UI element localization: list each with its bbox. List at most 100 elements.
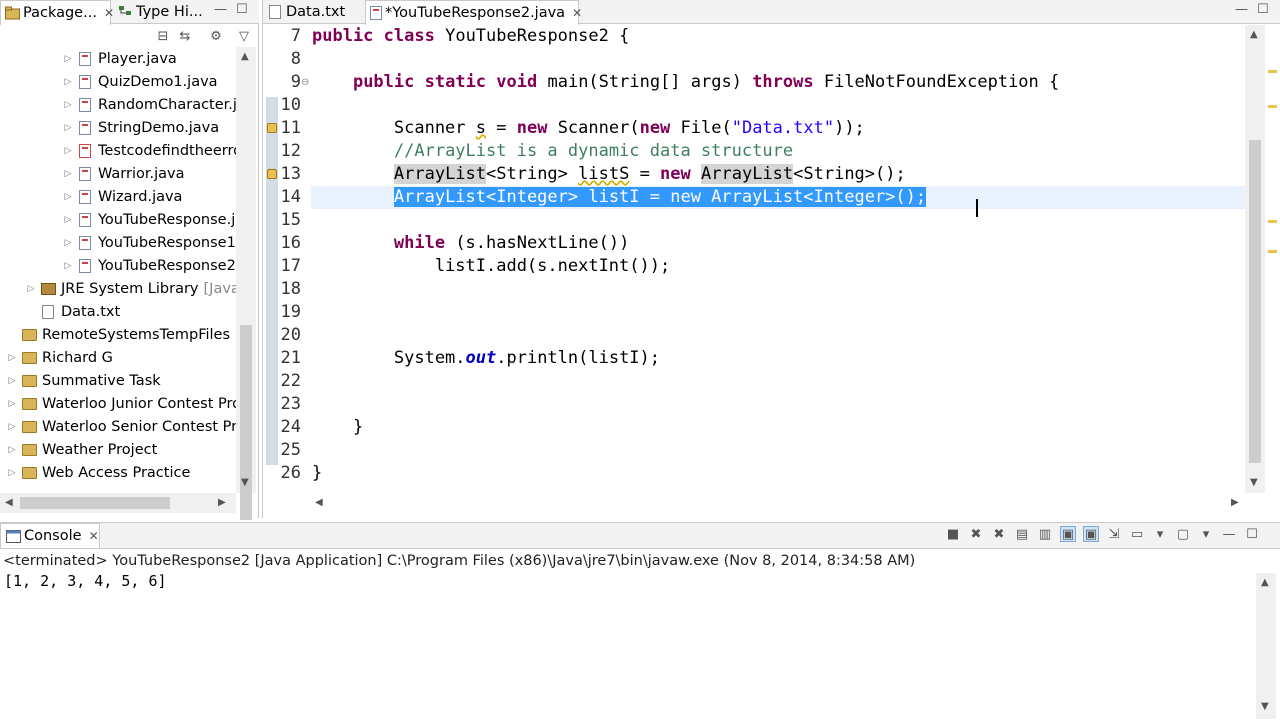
code-text-area[interactable]: public class YouTubeResponse2 { public s… — [311, 25, 1245, 493]
display-selected-console-icon[interactable]: ▭ — [1129, 526, 1145, 542]
tree-vertical-scroll-thumb[interactable] — [240, 325, 252, 520]
maximize-icon[interactable]: ☐ — [1244, 526, 1260, 542]
text-cursor-ibeam-icon — [976, 199, 978, 217]
tree-item[interactable]: ▷ Summative Task — [6, 369, 161, 392]
chevron-down-icon[interactable]: ▾ — [1198, 526, 1214, 542]
tree-item[interactable]: ▷ Web Access Practice — [6, 461, 191, 484]
overview-ruler[interactable] — [1265, 25, 1279, 493]
editor-horizontal-scrollbar[interactable]: ◀ ▶ — [311, 493, 1245, 513]
console-tabbar: Console ✕ ■ ✖ ✖ ▤ ▥ ▣ ▣ ⇲ ▭ ▾ ▢ ▾ — ☐ — [0, 523, 1280, 549]
tree-vertical-scrollbar[interactable]: ▲ ▼ — [236, 47, 256, 520]
terminate-icon[interactable]: ■ — [945, 526, 961, 542]
expand-arrow-icon[interactable]: ▷ — [62, 261, 74, 271]
chevron-down-icon[interactable]: ▾ — [1152, 526, 1168, 542]
expand-arrow-icon[interactable]: ▷ — [25, 284, 37, 294]
scroll-up-icon[interactable]: ▲ — [1250, 29, 1258, 40]
scroll-right-icon[interactable]: ▶ — [218, 497, 226, 508]
overview-marker[interactable] — [1268, 105, 1277, 108]
expand-arrow-icon[interactable]: ▷ — [62, 238, 74, 248]
expand-arrow-icon[interactable]: ▷ — [6, 445, 18, 455]
fold-toggle-icon[interactable]: ⊖ — [301, 77, 309, 88]
show-console-on-output-icon[interactable]: ▣ — [1060, 526, 1076, 542]
overview-marker[interactable] — [1268, 250, 1277, 253]
tree-item[interactable]: ▷ JRE System Library[JavaSE — [25, 277, 236, 300]
open-console-icon[interactable]: ▢ — [1175, 526, 1191, 542]
focus-icon[interactable]: ⚙ — [208, 28, 224, 44]
scroll-up-icon[interactable]: ▲ — [241, 51, 249, 62]
expand-arrow-icon[interactable]: ▷ — [62, 77, 74, 87]
editor-vertical-scroll-thumb[interactable] — [1249, 140, 1261, 463]
console-output[interactable]: [1, 2, 3, 4, 5, 6] — [4, 572, 167, 590]
tab-package-explorer[interactable]: Package... ✕ — [0, 0, 114, 25]
scroll-right-icon[interactable]: ▶ — [1231, 497, 1239, 508]
link-with-editor-icon[interactable]: ⇆ — [177, 28, 193, 44]
tree-item-label: Testcodefindtheerro — [98, 142, 236, 159]
expand-arrow-icon[interactable]: ▷ — [62, 146, 74, 156]
scroll-lock-icon[interactable]: ▥ — [1037, 526, 1053, 542]
tree-item[interactable]: ▷ Player.java — [62, 47, 177, 70]
tree-item-label: Summative Task — [42, 372, 161, 389]
tree-horizontal-scroll-thumb[interactable] — [20, 497, 170, 509]
tree-item[interactable]: ▷ Testcodefindtheerro — [62, 139, 236, 162]
close-icon[interactable]: ✕ — [89, 529, 99, 543]
tree-item[interactable]: ▷ Waterloo Junior Contest Prob — [6, 392, 236, 415]
maximize-icon[interactable]: ☐ — [236, 2, 248, 17]
tree-item[interactable]: ▷ YouTubeResponse.ja — [62, 208, 236, 231]
tree-item[interactable]: ▷ Warrior.java — [62, 162, 185, 185]
expand-arrow-icon[interactable]: ▷ — [62, 100, 74, 110]
scroll-up-icon[interactable]: ▲ — [1261, 577, 1269, 588]
project-folder-icon — [21, 465, 37, 481]
tree-item[interactable]: ▷ Wizard.java — [62, 185, 183, 208]
tree-item[interactable]: ▷ YouTubeResponse1.j — [62, 231, 236, 254]
scroll-down-icon[interactable]: ▼ — [241, 477, 249, 488]
tree-item[interactable]: ▷ QuizDemo1.java — [62, 70, 218, 93]
editor-vertical-scrollbar[interactable]: ▲ ▼ — [1245, 25, 1265, 493]
pin-console-icon[interactable]: ⇲ — [1106, 526, 1122, 542]
expand-arrow-icon[interactable]: ▷ — [62, 54, 74, 64]
scroll-down-icon[interactable]: ▼ — [1261, 701, 1269, 712]
overview-marker[interactable] — [1268, 70, 1277, 73]
minimize-icon[interactable]: — — [1221, 526, 1237, 542]
overview-marker[interactable] — [1268, 220, 1277, 223]
tree-item[interactable]: ▷ YouTubeResponse2.j — [62, 254, 236, 277]
warning-icon[interactable] — [267, 169, 277, 179]
expand-arrow-icon[interactable]: ▷ — [6, 353, 18, 363]
tree-item[interactable]: RemoteSystemsTempFiles — [6, 323, 230, 346]
maximize-icon[interactable]: ☐ — [1257, 2, 1269, 17]
tab-data-txt[interactable]: Data.txt — [263, 0, 363, 24]
expand-arrow-icon[interactable]: ▷ — [62, 123, 74, 133]
expand-arrow-icon[interactable]: ▷ — [6, 468, 18, 478]
expand-arrow-icon[interactable]: ▷ — [6, 422, 18, 432]
scroll-left-icon[interactable]: ◀ — [315, 497, 323, 508]
scroll-down-icon[interactable]: ▼ — [1250, 477, 1258, 488]
java-file-icon — [77, 189, 93, 205]
expand-arrow-icon[interactable]: ▷ — [62, 192, 74, 202]
clear-console-icon[interactable]: ▤ — [1014, 526, 1030, 542]
tree-item-label: Wizard.java — [98, 188, 183, 205]
show-console-on-error-icon[interactable]: ▣ — [1083, 526, 1099, 542]
expand-arrow-icon[interactable]: ▷ — [6, 399, 18, 409]
expand-arrow-icon[interactable]: ▷ — [62, 169, 74, 179]
tree-horizontal-scrollbar[interactable]: ◀ ▶ — [0, 493, 236, 513]
tree-item[interactable]: ▷ Waterloo Senior Contest Prol — [6, 415, 236, 438]
minimize-icon[interactable]: — — [214, 2, 227, 17]
scroll-left-icon[interactable]: ◀ — [5, 497, 13, 508]
console-vertical-scrollbar[interactable]: ▲ ▼ — [1256, 573, 1276, 719]
code-token: <String>(); — [793, 164, 906, 184]
tab-console[interactable]: Console ✕ — [0, 523, 100, 548]
expand-arrow-icon[interactable]: ▷ — [62, 215, 74, 225]
close-icon[interactable]: ✕ — [572, 6, 582, 20]
remove-launch-icon[interactable]: ✖ — [968, 526, 984, 542]
tree-item[interactable]: ▷ Weather Project — [6, 438, 158, 461]
expand-arrow-icon[interactable]: ▷ — [6, 376, 18, 386]
tree-item[interactable]: ▷ StringDemo.java — [62, 116, 220, 139]
warning-icon[interactable] — [267, 123, 277, 133]
view-menu-chevron-down-icon[interactable]: ▽ — [236, 28, 252, 44]
tab-youtuberesponse2-java[interactable]: *YouTubeResponse2.java ✕ — [365, 0, 582, 25]
tree-item[interactable]: Data.txt — [25, 300, 120, 323]
remove-all-terminated-icon[interactable]: ✖ — [991, 526, 1007, 542]
minimize-icon[interactable]: — — [1235, 2, 1248, 17]
collapse-all-icon[interactable]: ⊟ — [155, 28, 171, 44]
tree-item[interactable]: ▷ Richard G — [6, 346, 113, 369]
tree-item[interactable]: ▷ RandomCharacter.ja — [62, 93, 236, 116]
